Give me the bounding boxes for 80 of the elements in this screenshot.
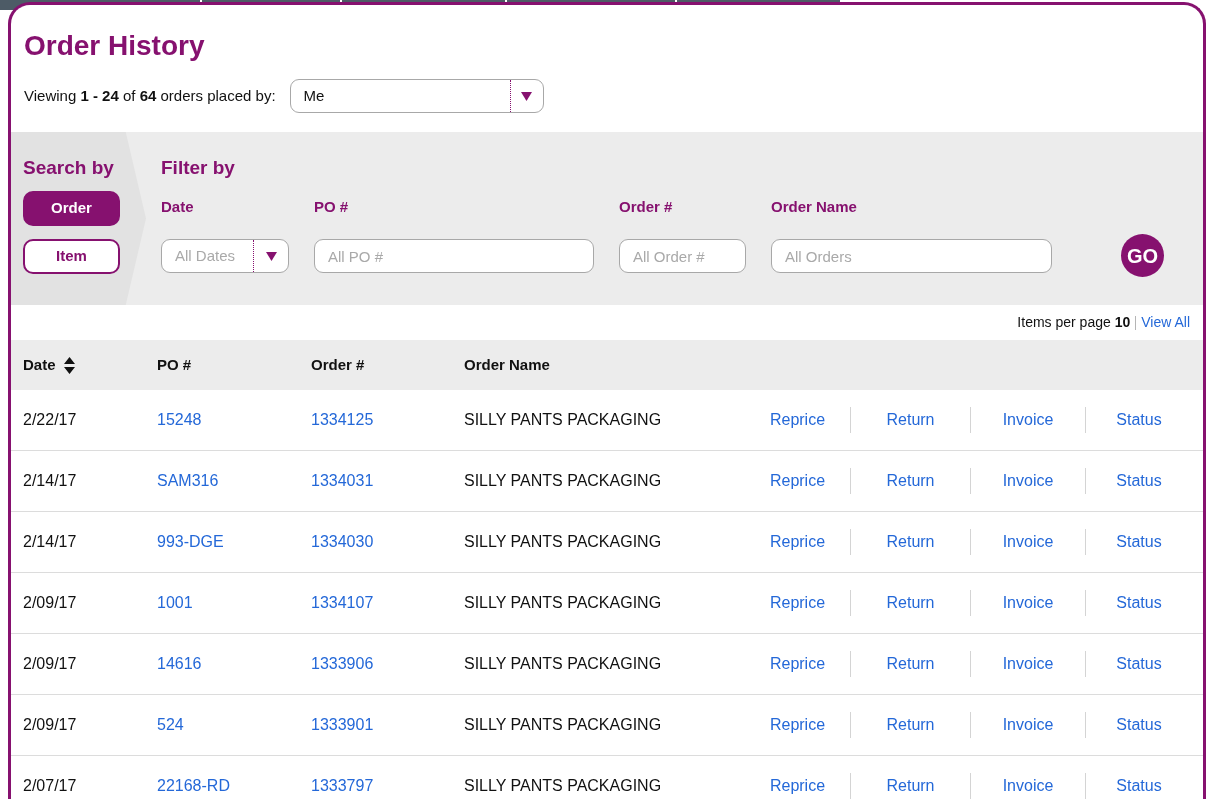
reprice-link[interactable]: Reprice (769, 471, 826, 491)
invoice-link[interactable]: Invoice (1002, 593, 1054, 613)
orders-summary: Viewing 1 - 24 of 64 orders placed by: (24, 85, 276, 106)
reprice-link[interactable]: Reprice (769, 776, 826, 796)
po-number-link[interactable]: SAM316 (157, 472, 219, 489)
status-link[interactable]: Status (1116, 471, 1162, 491)
order-name: SILLY PANTS PACKAGING (464, 472, 662, 489)
column-header: Date (23, 354, 56, 375)
return-link[interactable]: Return (886, 593, 935, 613)
caret-icon (521, 91, 533, 101)
order-date: 2/09/17 (23, 594, 77, 611)
order-name: SILLY PANTS PACKAGING (464, 594, 662, 611)
order-date: 2/14/17 (23, 472, 77, 489)
filter-label: PO # (314, 198, 349, 216)
order-name: SILLY PANTS PACKAGING (464, 655, 662, 672)
caret-icon (265, 251, 277, 261)
return-link[interactable]: Return (886, 715, 935, 735)
status-link[interactable]: Status (1116, 593, 1162, 613)
order-number-link[interactable]: 1333797 (311, 777, 374, 794)
invoice-link[interactable]: Invoice (1002, 532, 1054, 552)
order-name: SILLY PANTS PACKAGING (464, 777, 662, 794)
go-button[interactable]: GO (1121, 234, 1164, 277)
po-number-link[interactable]: 524 (157, 716, 184, 733)
po-number-link[interactable]: 993-DGE (157, 533, 224, 550)
po-number-link[interactable]: 1001 (157, 594, 193, 611)
filter-label: Date (161, 198, 194, 216)
order-name: SILLY PANTS PACKAGING (464, 716, 662, 733)
invoice-link[interactable]: Invoice (1002, 410, 1054, 430)
search-by-toggle[interactable]: Item (23, 239, 120, 274)
return-link[interactable]: Return (886, 654, 935, 674)
invoice-link[interactable]: Invoice (1002, 715, 1054, 735)
filter-label: Order Name (771, 198, 857, 216)
items-per-page-label: Items per page 10 (1017, 313, 1131, 332)
invoice-link[interactable]: Invoice (1002, 654, 1054, 674)
po-number-link[interactable]: 22168-RD (157, 777, 230, 794)
return-link[interactable]: Return (886, 532, 935, 552)
invoice-link[interactable]: Invoice (1002, 471, 1054, 491)
order-number-link[interactable]: 1333906 (311, 655, 374, 672)
order-date: 2/07/17 (23, 777, 77, 794)
order-number-link[interactable]: 1334030 (311, 533, 374, 550)
po-number-link[interactable]: 15248 (157, 411, 202, 428)
filter-input-field[interactable]: All Order # (619, 239, 746, 273)
reprice-link[interactable]: Reprice (769, 715, 826, 735)
po-number-link[interactable]: 14616 (157, 655, 202, 672)
reprice-link[interactable]: Reprice (769, 532, 826, 552)
status-link[interactable]: Status (1116, 654, 1162, 674)
reprice-link[interactable]: Reprice (769, 593, 826, 613)
order-name: SILLY PANTS PACKAGING (464, 533, 662, 550)
reprice-link[interactable]: Reprice (769, 654, 826, 674)
return-link[interactable]: Return (886, 410, 935, 430)
invoice-link[interactable]: Invoice (1002, 776, 1054, 796)
column-header: Order Name (464, 354, 550, 375)
sort-icon[interactable] (63, 356, 75, 374)
return-link[interactable]: Return (886, 471, 935, 491)
return-link[interactable]: Return (886, 776, 935, 796)
order-date: 2/09/17 (23, 655, 77, 672)
reprice-link[interactable]: Reprice (769, 410, 826, 430)
column-header: PO # (157, 354, 192, 375)
order-number-link[interactable]: 1333901 (311, 716, 374, 733)
page-title: Order History (24, 29, 205, 63)
order-date: 2/09/17 (23, 716, 77, 733)
order-number-link[interactable]: 1334107 (311, 594, 374, 611)
status-link[interactable]: Status (1116, 776, 1162, 796)
order-date: 2/14/17 (23, 533, 77, 550)
status-link[interactable]: Status (1116, 715, 1162, 735)
order-number-link[interactable]: 1334031 (311, 472, 374, 489)
filter-input-field[interactable]: All Orders (771, 239, 1052, 273)
order-date: 2/22/17 (23, 411, 77, 428)
column-header: Order # (311, 354, 365, 375)
search-by-heading: Search by (23, 157, 114, 179)
order-number-link[interactable]: 1334125 (311, 411, 374, 428)
view-all-link[interactable]: View All (1141, 312, 1190, 333)
filter-by-heading: Filter by (161, 157, 235, 179)
filter-label: Order # (619, 198, 673, 216)
status-link[interactable]: Status (1116, 532, 1162, 552)
placed-by-dropdown[interactable]: Me (289, 79, 544, 113)
status-link[interactable]: Status (1116, 410, 1162, 430)
order-name: SILLY PANTS PACKAGING (464, 411, 662, 428)
filter-input-field[interactable]: All PO # (314, 239, 594, 273)
search-by-toggle[interactable]: Order (23, 191, 120, 226)
